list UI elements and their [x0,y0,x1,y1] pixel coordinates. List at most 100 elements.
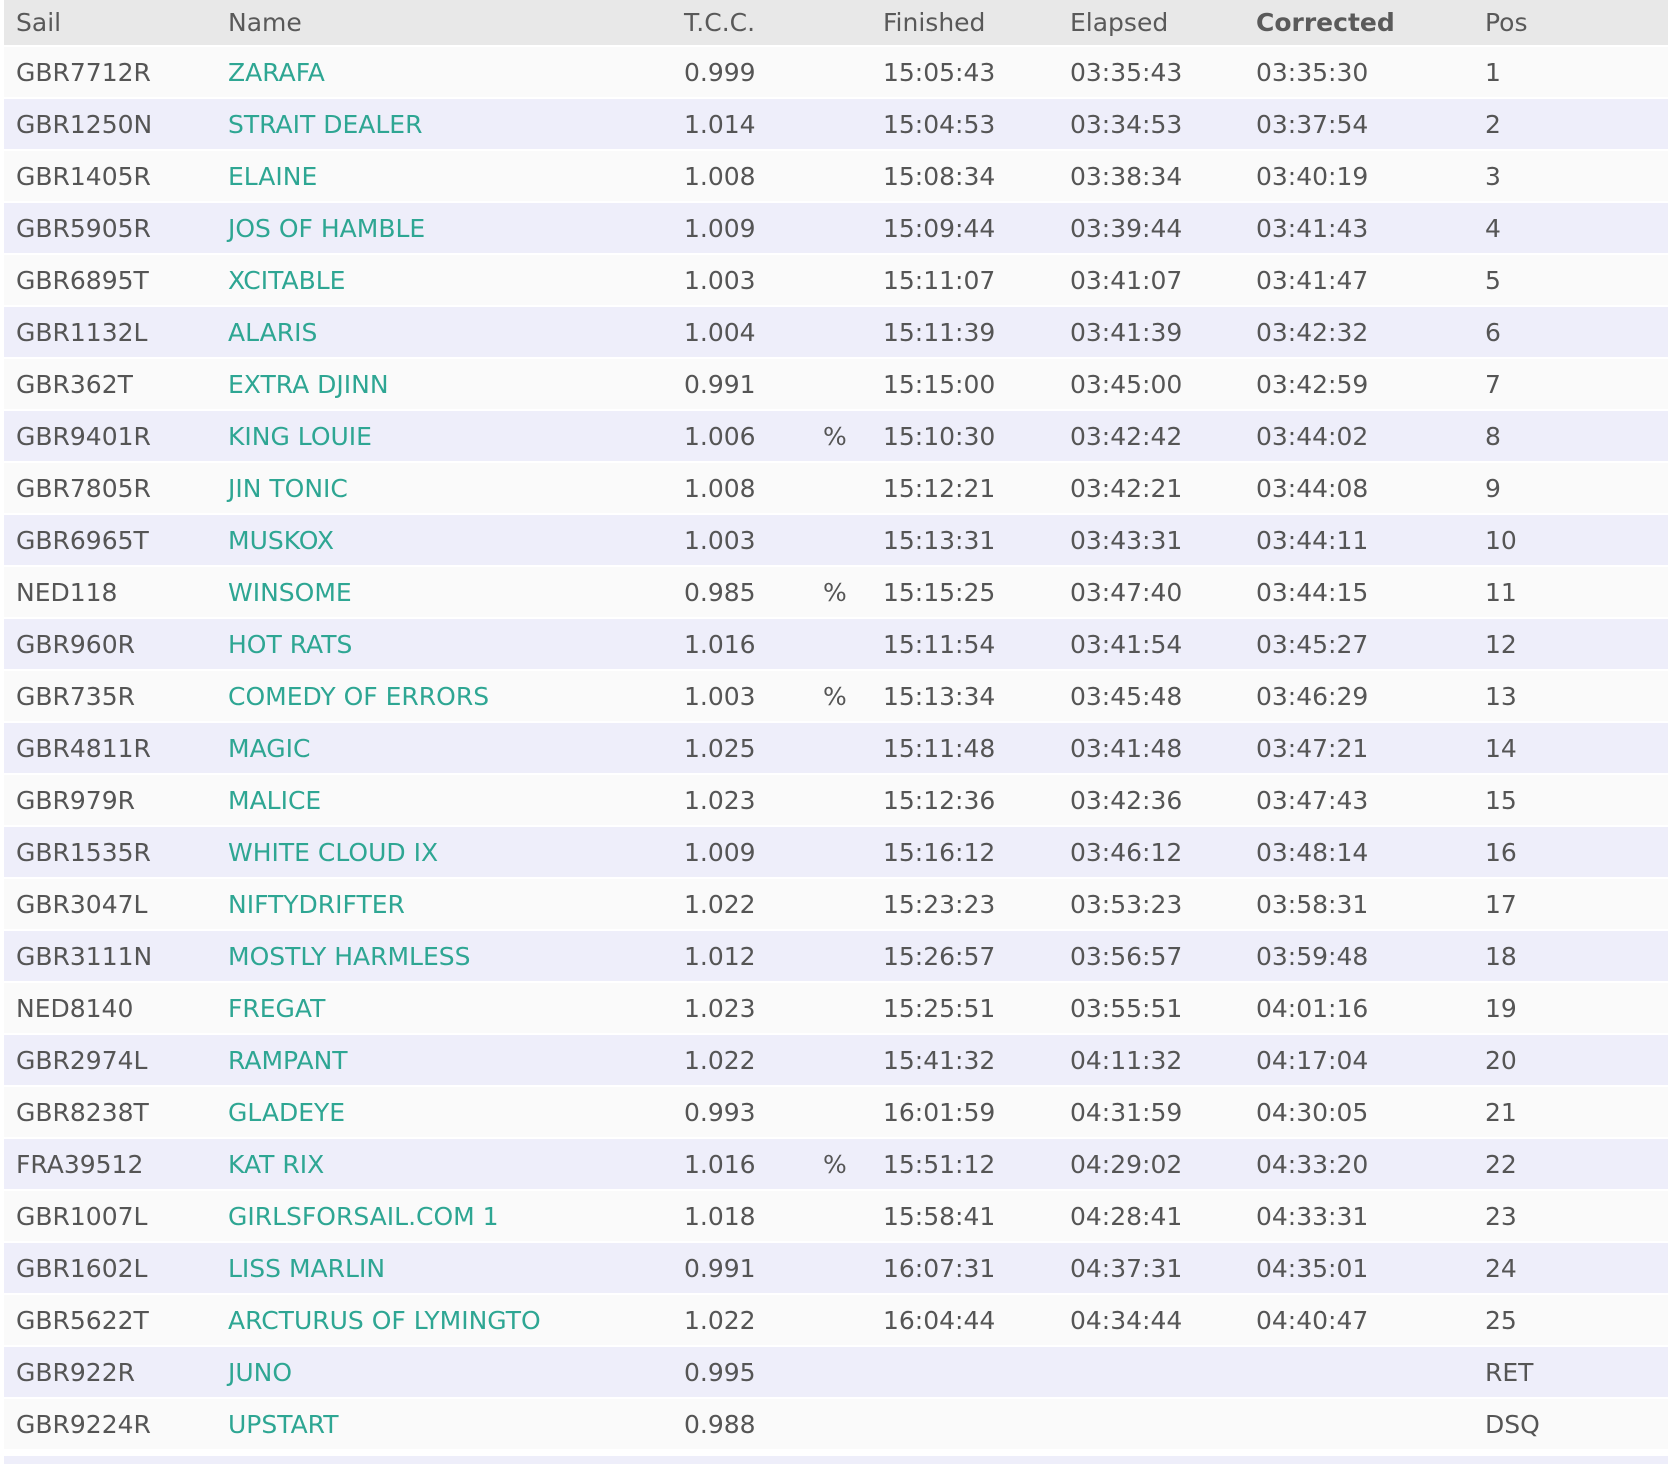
cell-elapsed: 04:34:44 [1058,1294,1244,1347]
table-row: GBR9401R KING LOUIE 1.006% 15:10:30 03:42:42… [4,410,1668,463]
cell-finished [871,1398,1058,1451]
cell-tcc: 1.023 [672,774,811,827]
cell-elapsed: 03:39:44 [1058,202,1244,255]
column-header-sail[interactable]: Sail [4,0,216,47]
boat-name-link[interactable]: JUNO [228,1358,292,1387]
boat-name-link[interactable]: WHITE CLOUD IX [228,838,438,867]
cell-corrected: 04:30:05 [1244,1086,1473,1139]
boat-name-link[interactable]: KING LOUIE [228,422,372,451]
cell-corrected: 04:33:31 [1244,1190,1473,1243]
boat-name-link[interactable]: MALICE [228,786,321,815]
boat-name-link[interactable]: ARCTURUS OF LYMINGTO [228,1306,541,1335]
boat-name-link[interactable]: LISS MARLIN [228,1254,385,1283]
cell-tcc: 1.012 [672,930,811,983]
boat-name-link[interactable]: WINSOME [228,578,352,607]
cell-corrected: 03:41:47 [1244,254,1473,307]
table-row: GBR4811R MAGIC 1.025 15:11:48 03:41:48 03:47:… [4,722,1668,775]
boat-name-link[interactable]: MAGIC [228,734,310,763]
boat-name-link[interactable]: GIRLSFORSAIL.COM 1 [228,1202,499,1231]
boat-name-link[interactable]: ELAINE [228,162,317,191]
cell-flag [811,774,871,827]
cell-finished: 15:10:30 [871,410,1058,463]
cell-pos: 5 [1473,254,1668,307]
table-row: GBR5905R JOS OF HAMBLE 1.009 15:09:44 03:39:… [4,202,1668,255]
race-results-table: Sail Name T.C.C. Finished Elapsed Correc… [4,0,1668,1451]
cell-corrected: 03:44:15 [1244,566,1473,619]
cell-finished: 15:13:31 [871,514,1058,567]
cell-sail: GBR1007L [4,1190,216,1243]
cell-corrected [1244,1398,1473,1451]
boat-name-link[interactable]: KAT RIX [228,1150,324,1179]
cell-flag [811,618,871,671]
cell-sail: NED118 [4,566,216,619]
column-header-corrected[interactable]: Corrected [1244,0,1473,47]
boat-name-link[interactable]: JOS OF HAMBLE [228,214,425,243]
cell-flag [811,982,871,1035]
column-header-elapsed[interactable]: Elapsed [1058,0,1244,47]
cell-finished: 15:58:41 [871,1190,1058,1243]
cell-pos: 1 [1473,46,1668,99]
boat-name-link[interactable]: MOSTLY HARMLESS [228,942,471,971]
boat-name-link[interactable]: UPSTART [228,1410,339,1439]
cell-pos: 9 [1473,462,1668,515]
cell-pos: DSQ [1473,1398,1668,1451]
boat-name-link[interactable]: ALARIS [228,318,317,347]
cell-tcc: 0.985 [672,566,811,619]
column-header-tcc[interactable]: T.C.C. [672,0,811,47]
cell-elapsed: 03:43:31 [1058,514,1244,567]
cell-tcc: 0.999 [672,46,811,99]
boat-name-link[interactable]: JIN TONIC [228,474,348,503]
cell-name: XCITABLE [216,254,672,307]
cell-name: MOSTLY HARMLESS [216,930,672,983]
cell-pos: RET [1473,1346,1668,1399]
cell-pos: 7 [1473,358,1668,411]
cell-name: KAT RIX [216,1138,672,1191]
boat-name-link[interactable]: COMEDY OF ERRORS [228,682,489,711]
cell-flag: % [811,670,871,723]
cell-finished: 15:04:53 [871,98,1058,151]
cell-sail: GBR6895T [4,254,216,307]
cell-pos: 22 [1473,1138,1668,1191]
cell-tcc: 1.003 [672,514,811,567]
cell-finished: 15:11:48 [871,722,1058,775]
column-header-pos[interactable]: Pos [1473,0,1668,47]
cell-sail: GBR362T [4,358,216,411]
cell-pos: 15 [1473,774,1668,827]
boat-name-link[interactable]: XCITABLE [228,266,345,295]
cell-pos: 13 [1473,670,1668,723]
boat-name-link[interactable]: ZARAFA [228,58,325,87]
boat-name-link[interactable]: NIFTYDRIFTER [228,890,405,919]
cell-sail: GBR735R [4,670,216,723]
boat-name-link[interactable]: STRAIT DEALER [228,110,422,139]
cell-sail: GBR960R [4,618,216,671]
table-row: GBR1405R ELAINE 1.008 15:08:34 03:38:34 03:40… [4,150,1668,203]
cell-elapsed: 03:56:57 [1058,930,1244,983]
boat-name-link[interactable]: FREGAT [228,994,325,1023]
boat-name-link[interactable]: EXTRA DJINN [228,370,389,399]
table-row: GBR9224R UPSTART 0.988 DSQ [4,1398,1668,1451]
cell-elapsed: 04:29:02 [1058,1138,1244,1191]
cell-elapsed: 03:35:43 [1058,46,1244,99]
cell-flag: % [811,1138,871,1191]
table-row: NED118 WINSOME 0.985% 15:15:25 03:47:40 03:44… [4,566,1668,619]
cell-tcc: 1.022 [672,878,811,931]
cell-elapsed [1058,1346,1244,1399]
boat-name-link[interactable]: RAMPANT [228,1046,348,1075]
column-header-finished[interactable]: Finished [871,0,1058,47]
cell-corrected: 03:35:30 [1244,46,1473,99]
boat-name-link[interactable]: HOT RATS [228,630,352,659]
results-panel: Sail Name T.C.C. Finished Elapsed Correc… [0,0,1672,1464]
cell-pos: 19 [1473,982,1668,1035]
cell-name: MAGIC [216,722,672,775]
cell-elapsed: 03:45:48 [1058,670,1244,723]
boat-name-link[interactable]: GLADEYE [228,1098,345,1127]
cell-name: MALICE [216,774,672,827]
cell-name: NIFTYDRIFTER [216,878,672,931]
table-row: GBR1250N STRAIT DEALER 1.014 15:04:53 03:34:… [4,98,1668,151]
boat-name-link[interactable]: MUSKOX [228,526,334,555]
table-row: FRA39512 KAT RIX 1.016% 15:51:12 04:29:02 04:… [4,1138,1668,1191]
cell-tcc: 0.995 [672,1346,811,1399]
cell-corrected: 03:40:19 [1244,150,1473,203]
column-header-name[interactable]: Name [216,0,672,47]
cell-elapsed: 03:45:00 [1058,358,1244,411]
